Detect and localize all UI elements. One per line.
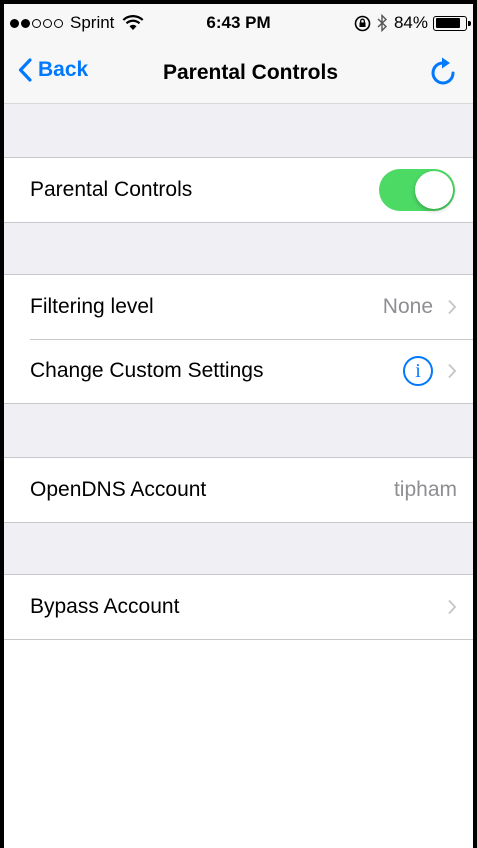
account-group: OpenDNS Account tipham — [4, 457, 473, 523]
status-bar: Sprint 6:43 PM 84% — [4, 4, 473, 42]
info-icon[interactable]: i — [403, 356, 433, 386]
battery-percentage: 84% — [393, 13, 428, 32]
empty-area — [4, 640, 473, 848]
parental-controls-toggle[interactable] — [379, 169, 455, 211]
bypass-account-row[interactable]: Bypass Account — [4, 575, 473, 639]
opendns-account-label: OpenDNS Account — [30, 478, 207, 501]
navigation-bar: Back Parental Controls — [4, 42, 473, 104]
filtering-level-value: None — [382, 295, 433, 318]
page-title: Parental Controls — [162, 61, 339, 84]
rotation-lock-icon — [354, 15, 371, 31]
screen: Sprint 6:43 PM 84% Back Parental Control… — [4, 4, 473, 848]
change-custom-settings-row[interactable]: Change Custom Settings i — [4, 339, 473, 403]
status-right: 84% — [354, 13, 471, 33]
chevron-right-icon — [448, 363, 457, 379]
battery-icon — [433, 15, 471, 31]
change-custom-settings-label: Change Custom Settings — [30, 359, 264, 382]
parental-controls-group: Parental Controls — [4, 157, 473, 223]
refresh-button[interactable] — [429, 56, 459, 93]
filtering-group: Filtering level None Change Custom Setti… — [4, 274, 473, 404]
opendns-account-value: tipham — [393, 478, 457, 501]
filtering-level-row[interactable]: Filtering level None — [4, 275, 473, 339]
battery-fill — [435, 18, 460, 28]
chevron-right-icon — [448, 299, 457, 315]
chevron-right-icon — [448, 599, 457, 615]
bluetooth-icon — [377, 14, 387, 32]
bypass-account-label: Bypass Account — [30, 595, 180, 618]
parental-controls-label: Parental Controls — [30, 178, 193, 201]
refresh-icon — [431, 57, 455, 85]
bypass-group: Bypass Account — [4, 574, 473, 640]
opendns-account-row: OpenDNS Account tipham — [4, 458, 473, 522]
toggle-knob — [415, 171, 453, 209]
filtering-level-label: Filtering level — [30, 295, 154, 318]
parental-controls-row: Parental Controls — [4, 158, 473, 222]
